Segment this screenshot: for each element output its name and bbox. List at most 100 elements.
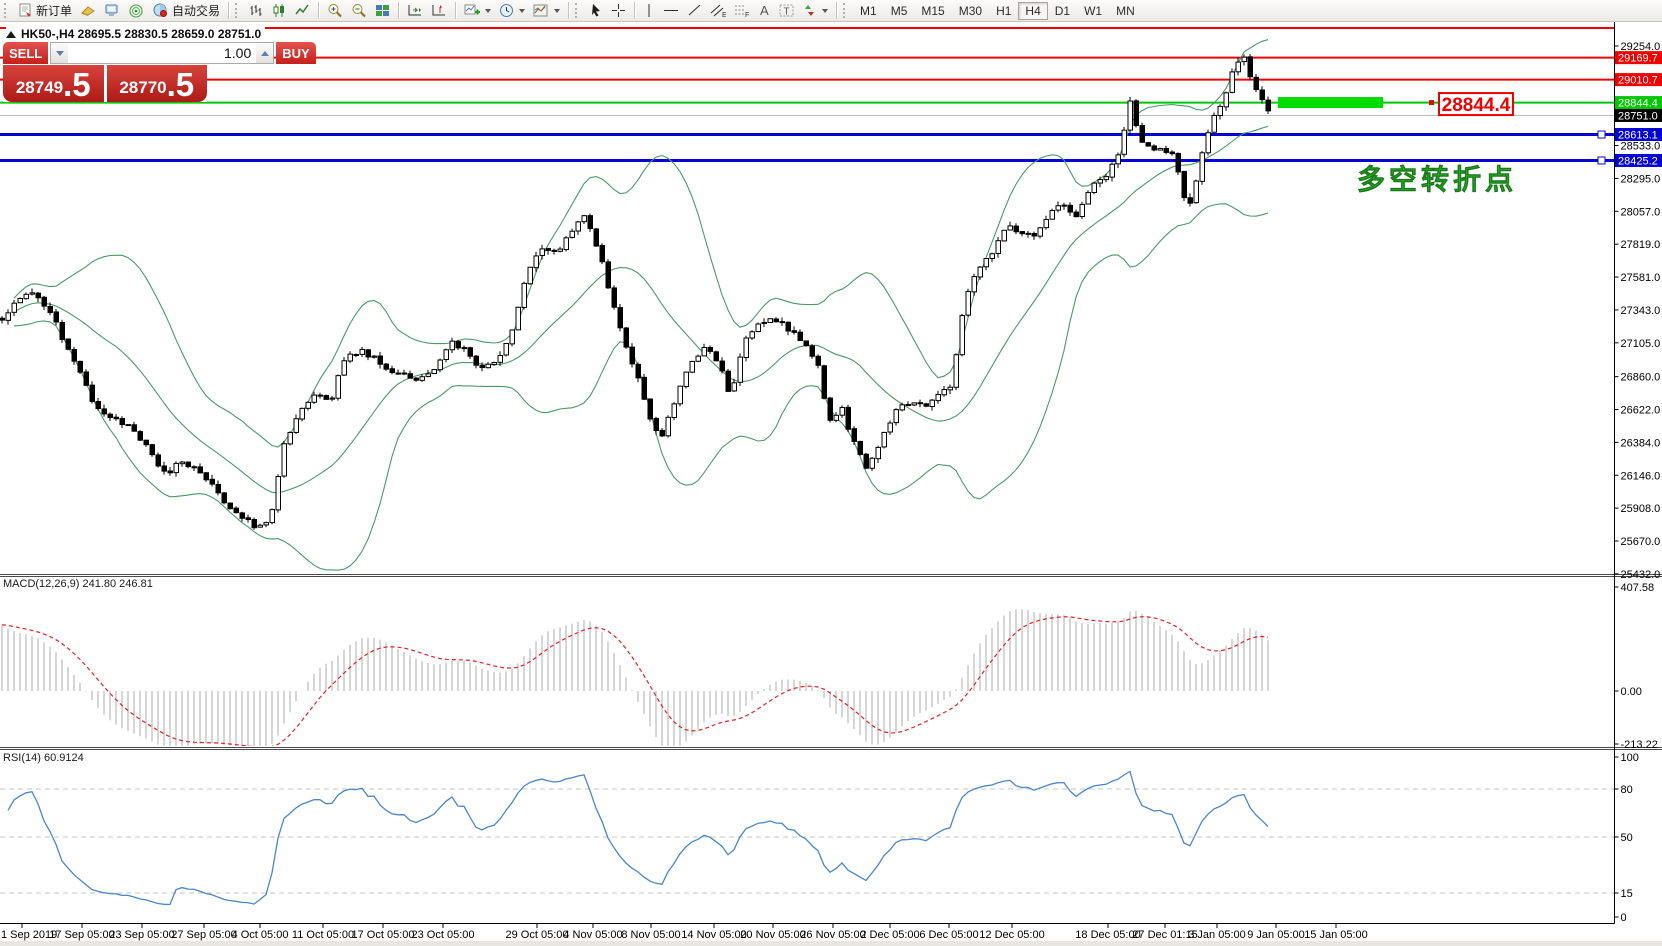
equidistant-channel-button[interactable]: E xyxy=(706,1,730,21)
text-icon: A xyxy=(758,3,771,18)
chart-canvas[interactable]: 29254.028533.028295.028057.027819.027581… xyxy=(0,0,1662,946)
volume-increase-button[interactable] xyxy=(256,43,273,63)
volume-input[interactable] xyxy=(68,43,256,63)
buy-price-main: 28770 xyxy=(119,75,166,101)
zoom-in-button[interactable] xyxy=(323,1,347,21)
horizontal-line-button[interactable] xyxy=(659,1,683,21)
sell-price-main: 28749 xyxy=(16,75,63,101)
autotrading-button[interactable]: 自动交易 xyxy=(148,1,224,21)
rsi-indicator-label: RSI(14) 60.9124 xyxy=(3,752,84,764)
vertical-line-icon xyxy=(643,3,655,18)
cursor-button[interactable] xyxy=(585,1,607,21)
toolbar-grip[interactable] xyxy=(843,3,849,18)
zoom-in-icon xyxy=(327,3,343,18)
line-chart-button[interactable] xyxy=(291,1,314,21)
price-badge-label: 29169.7 xyxy=(1618,53,1658,65)
timeframe-H4[interactable]: H4 xyxy=(1018,2,1047,20)
vertical-line-button[interactable] xyxy=(639,1,659,21)
tile-windows-button[interactable] xyxy=(371,1,394,21)
sell-price-frac: .5 xyxy=(63,68,91,101)
toolbar-separator xyxy=(398,2,399,19)
zoom-out-button[interactable] xyxy=(347,1,371,21)
volume-decrease-button[interactable] xyxy=(51,43,68,63)
metaeditor-button[interactable] xyxy=(76,1,100,21)
time-tick-label: 11 Oct 05:00 xyxy=(292,929,354,941)
arrows-icon xyxy=(802,3,817,18)
buy-button[interactable]: BUY xyxy=(276,42,315,64)
auto-scroll-button[interactable] xyxy=(403,1,427,21)
time-tick-label: 23 Sep 05:00 xyxy=(109,929,174,941)
collapse-panel-icon[interactable] xyxy=(6,31,16,38)
toolbar-grip[interactable] xyxy=(235,3,241,18)
one-click-trade-panel: SELL BUY 28749.5 28770.5 xyxy=(3,42,207,102)
rsi-line xyxy=(8,772,1268,905)
timeframe-MN[interactable]: MN xyxy=(1109,2,1142,20)
trendline-button[interactable] xyxy=(683,1,706,21)
buy-price-frac: .5 xyxy=(167,68,195,101)
timeframe-M30[interactable]: M30 xyxy=(952,2,989,20)
arrows-button[interactable] xyxy=(798,1,832,21)
periods-button[interactable] xyxy=(495,1,529,21)
text-label-button[interactable]: T xyxy=(775,1,798,21)
new-order-label: 新订单 xyxy=(36,2,72,19)
candlestick-chart-button[interactable] xyxy=(268,1,291,21)
candlestick-series xyxy=(0,54,1271,530)
time-tick-label: 4 Nov 05:00 xyxy=(563,929,622,941)
sell-button[interactable]: SELL xyxy=(3,42,48,64)
svg-text:F: F xyxy=(745,12,749,18)
new-order-button[interactable]: 新订单 xyxy=(14,1,76,21)
timeframe-D1[interactable]: D1 xyxy=(1048,2,1077,20)
dropdown-arrow-icon xyxy=(519,9,525,13)
time-tick-label: 3 Jan 05:00 xyxy=(1188,929,1246,941)
fibonacci-button[interactable]: F xyxy=(730,1,754,21)
line-handle xyxy=(1598,157,1605,164)
terminal-button[interactable] xyxy=(100,1,124,21)
time-tick-label: 14 Nov 05:00 xyxy=(681,929,746,941)
price-badge-label: 29010.7 xyxy=(1618,75,1658,87)
price-tick-label: 25908.0 xyxy=(1621,503,1661,515)
text-button[interactable]: A xyxy=(754,1,775,21)
svg-text:T: T xyxy=(784,7,790,18)
timeframe-M15[interactable]: M15 xyxy=(914,2,951,20)
templates-button[interactable] xyxy=(529,1,564,21)
price-tick-label: 26146.0 xyxy=(1621,470,1661,482)
chart-symbol-readout: HK50-,H4 28695.5 28830.5 28659.0 28751.0 xyxy=(6,27,265,41)
autotrading-icon xyxy=(152,3,169,18)
price-tick-label: 27581.0 xyxy=(1621,272,1661,284)
toolbar-grip[interactable] xyxy=(4,3,10,18)
time-tick-label: 29 Oct 05:00 xyxy=(506,929,569,941)
price-tick-label: 26384.0 xyxy=(1621,437,1661,449)
line-chart-icon xyxy=(295,3,310,18)
volume-stepper xyxy=(50,42,274,64)
terminal-icon xyxy=(104,3,120,18)
indicators-button[interactable] xyxy=(460,1,495,21)
candlestick-chart-icon xyxy=(272,3,287,18)
crosshair-button[interactable] xyxy=(607,1,630,21)
chart-shift-button[interactable] xyxy=(427,1,451,21)
equidistant-channel-icon: E xyxy=(710,3,726,18)
crosshair-icon xyxy=(611,3,626,18)
price-tick-label: 28533.0 xyxy=(1621,141,1661,153)
time-tick-label: 27 Sep 05:00 xyxy=(171,929,236,941)
price-badge-label: 28751.0 xyxy=(1618,110,1658,122)
toolbar-grip[interactable] xyxy=(575,3,581,18)
new-order-icon xyxy=(18,3,33,18)
timeframe-toolbar: M1M5M15M30H1H4D1W1MN xyxy=(853,2,1142,20)
timeframe-M1[interactable]: M1 xyxy=(853,2,884,20)
signals-button[interactable] xyxy=(124,1,148,21)
callout-anchor-square xyxy=(1429,100,1434,105)
timeframe-W1[interactable]: W1 xyxy=(1077,2,1109,20)
bar-chart-button[interactable] xyxy=(245,1,268,21)
sell-price-display[interactable]: 28749.5 xyxy=(3,65,104,102)
bollinger-lower-band xyxy=(14,204,1268,570)
timeframe-M5[interactable]: M5 xyxy=(884,2,915,20)
toolbar-separator xyxy=(836,2,837,19)
buy-price-display[interactable]: 28770.5 xyxy=(107,65,208,102)
time-tick-label: 26 Nov 05:00 xyxy=(800,929,865,941)
bar-chart-icon xyxy=(249,3,264,18)
macd-tick-label: 407.58 xyxy=(1621,582,1655,594)
time-tick-label: 18 Dec 05:00 xyxy=(1075,929,1140,941)
main-chart-panel xyxy=(0,28,1614,570)
timeframe-H1[interactable]: H1 xyxy=(989,2,1018,20)
time-tick-label: 23 Oct 05:00 xyxy=(412,929,475,941)
